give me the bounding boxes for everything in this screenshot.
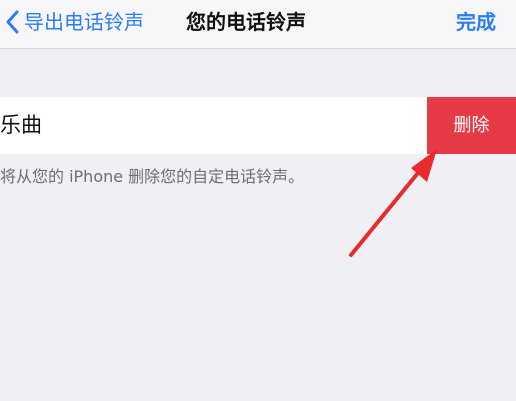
ringtone-title: 乐曲: [0, 113, 42, 137]
back-button-label: 导出电话铃声: [24, 10, 144, 34]
done-button[interactable]: 完成: [456, 0, 496, 44]
annotation-arrow-icon: [349, 149, 437, 257]
ringtone-row[interactable]: 乐曲 删除: [0, 97, 516, 154]
footer-note: 将从您的 iPhone 删除您的自定电话铃声。: [0, 167, 305, 186]
back-button[interactable]: 导出电话铃声: [0, 0, 144, 44]
navigation-bar: 导出电话铃声 您的电话铃声 完成: [0, 0, 516, 49]
page-title: 您的电话铃声: [186, 10, 306, 34]
chevron-left-icon: [0, 0, 24, 44]
delete-button[interactable]: 删除: [427, 97, 516, 154]
